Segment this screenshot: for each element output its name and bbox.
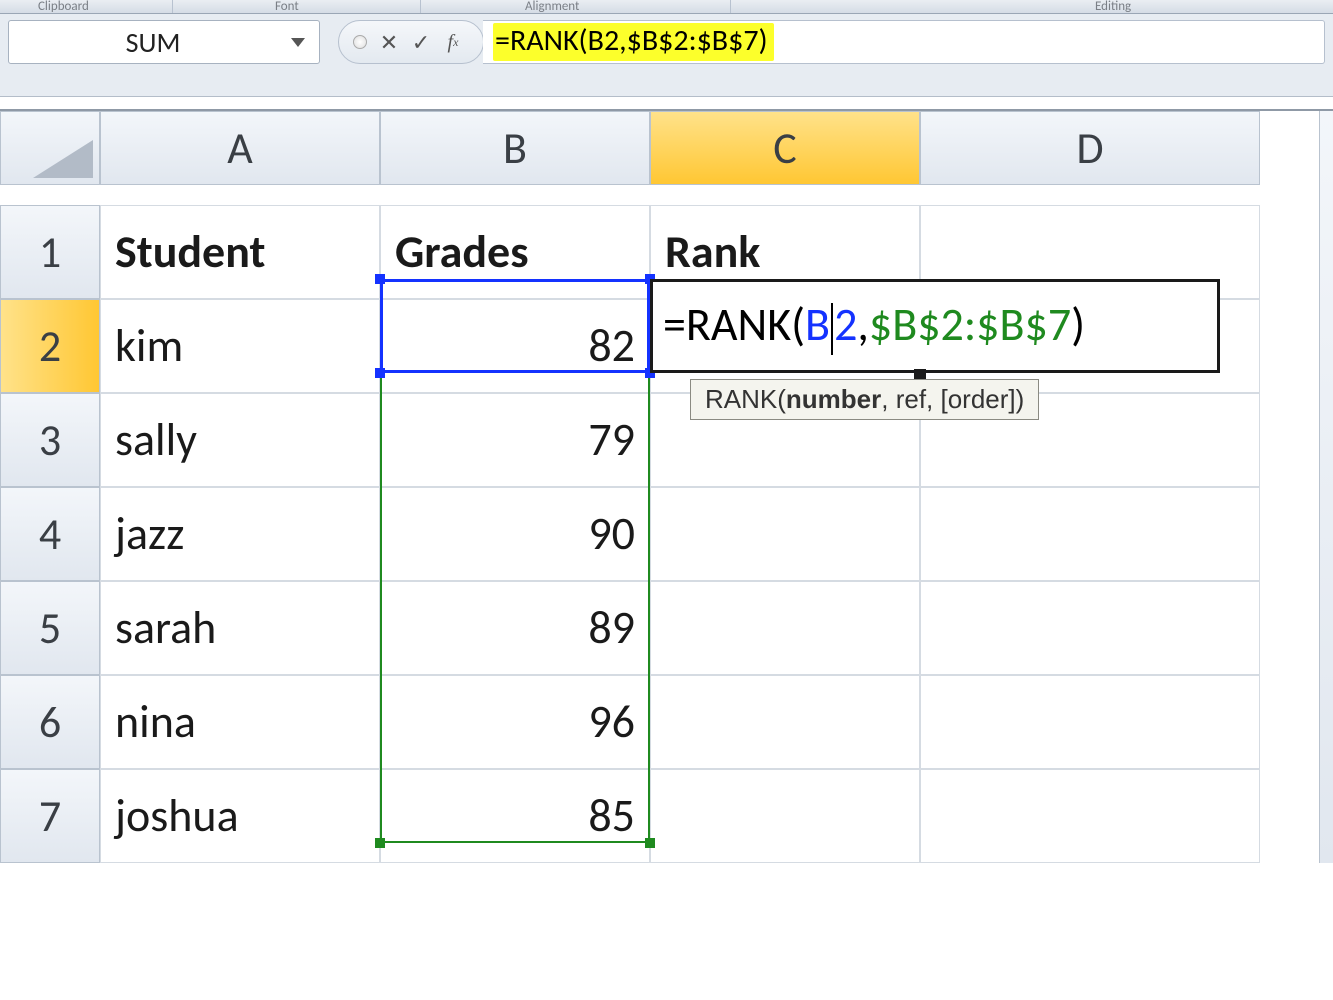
cell-A1[interactable]: Student (100, 205, 380, 299)
ribbon-group-clipboard: Clipboard (38, 0, 89, 14)
cell-D5[interactable] (920, 581, 1260, 675)
cell-D4[interactable] (920, 487, 1260, 581)
formula-controls: ✕ ✓ fx (338, 20, 484, 64)
cell-B6[interactable]: 96 (380, 675, 650, 769)
tooltip-rest: , ref, [order]) (881, 384, 1024, 414)
ribbon-group-font: Font (275, 0, 299, 14)
range-handle-icon (375, 838, 385, 848)
cell-B2[interactable]: 82 (380, 299, 650, 393)
cell-editor-text: =RANK(B2,$B$2:$B$7) (663, 297, 1085, 355)
tooltip-fn: RANK( (705, 384, 786, 414)
cell-D6[interactable] (920, 675, 1260, 769)
ribbon-groups-strip: Clipboard Font Alignment Editing (0, 0, 1333, 14)
row-header-3[interactable]: 3 (0, 393, 100, 487)
row-header-7[interactable]: 7 (0, 769, 100, 863)
cell-D7[interactable] (920, 769, 1260, 863)
name-box-dropdown[interactable] (287, 21, 309, 63)
cell-B1[interactable]: Grades (380, 205, 650, 299)
column-header-A[interactable]: A (100, 111, 380, 185)
cell-B5[interactable]: 89 (380, 581, 650, 675)
cell-B3[interactable]: 79 (380, 393, 650, 487)
row-header-2[interactable]: 2 (0, 299, 100, 393)
column-header-D[interactable]: D (920, 111, 1260, 185)
cell-A3[interactable]: sally (100, 393, 380, 487)
formula-input[interactable]: =RANK(B2,$B$2:$B$7) (483, 20, 1325, 64)
tooltip-current-arg: number (786, 384, 881, 414)
cell-C6[interactable] (650, 675, 920, 769)
cancel-button[interactable]: ✕ (373, 29, 405, 56)
cell-A6[interactable]: nina (100, 675, 380, 769)
row-header-5[interactable]: 5 (0, 581, 100, 675)
row-header-6[interactable]: 6 (0, 675, 100, 769)
row-header-4[interactable]: 4 (0, 487, 100, 581)
select-all-corner[interactable] (0, 111, 100, 185)
formula-text: =RANK(B2,$B$2:$B$7) (493, 23, 774, 61)
column-header-C[interactable]: C (650, 111, 920, 185)
enter-button[interactable]: ✓ (405, 29, 437, 56)
name-box-value: SUM (19, 25, 287, 60)
cell-B4[interactable]: 90 (380, 487, 650, 581)
range-handle-icon (375, 274, 385, 284)
function-tooltip[interactable]: RANK(number, ref, [order]) (690, 379, 1039, 420)
ribbon-group-alignment: Alignment (525, 0, 579, 14)
range-handle-icon (645, 838, 655, 848)
formula-bar: SUM ✕ ✓ fx =RANK(B2,$B$2:$B$7) (0, 14, 1333, 97)
row-header-1[interactable]: 1 (0, 205, 100, 299)
ribbon-group-editing: Editing (1095, 0, 1131, 14)
cell-A7[interactable]: joshua (100, 769, 380, 863)
cell-A5[interactable]: sarah (100, 581, 380, 675)
cell-A4[interactable]: jazz (100, 487, 380, 581)
cell-B7[interactable]: 85 (380, 769, 650, 863)
column-header-B[interactable]: B (380, 111, 650, 185)
cell-editor[interactable]: =RANK(B2,$B$2:$B$7) (650, 279, 1220, 373)
name-box[interactable]: SUM (8, 20, 320, 64)
insert-function-button[interactable]: fx (437, 31, 469, 54)
formula-status-icon (353, 35, 367, 49)
vertical-scrollbar[interactable] (1319, 111, 1333, 863)
spreadsheet[interactable]: A B C D 1 Student Grades Rank 2 kim 82 3… (0, 109, 1333, 863)
cell-C5[interactable] (650, 581, 920, 675)
cell-A2[interactable]: kim (100, 299, 380, 393)
cell-C4[interactable] (650, 487, 920, 581)
cell-C7[interactable] (650, 769, 920, 863)
